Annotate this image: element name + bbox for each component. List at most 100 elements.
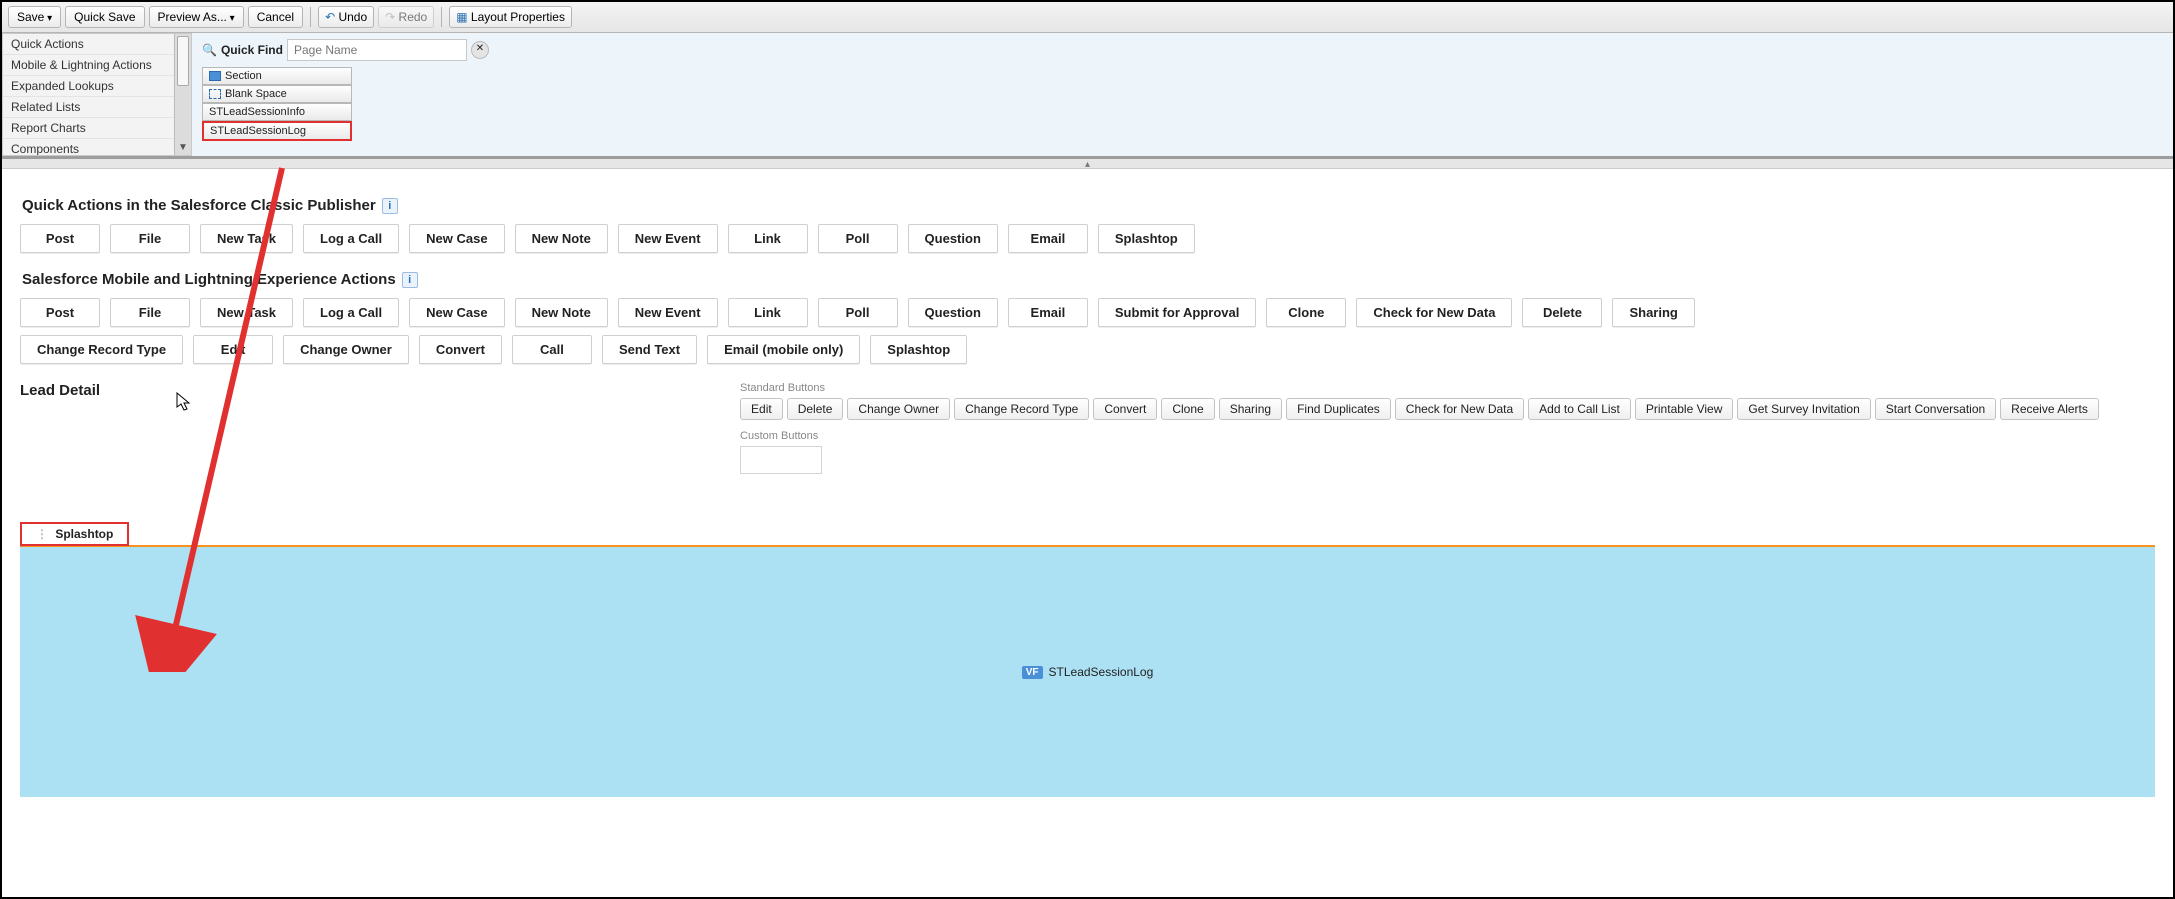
action-chip[interactable]: Sharing: [1219, 398, 1282, 420]
action-chip[interactable]: Email (mobile only): [707, 335, 860, 364]
action-chip[interactable]: Edit: [740, 398, 783, 420]
quick-find-input[interactable]: [287, 39, 467, 61]
action-chip[interactable]: Start Conversation: [1875, 398, 1996, 420]
action-chip[interactable]: Log a Call: [303, 224, 399, 253]
sidebar-scrollbar[interactable]: ▲ ▼: [174, 34, 191, 155]
action-chip[interactable]: Change Record Type: [954, 398, 1089, 420]
sidebar-item[interactable]: Components: [3, 139, 174, 155]
sidebar-item[interactable]: Report Charts: [3, 118, 174, 139]
action-chip[interactable]: Check for New Data: [1356, 298, 1512, 327]
palette-item[interactable]: STLeadSessionLog: [202, 121, 352, 141]
action-chip[interactable]: Poll: [818, 298, 898, 327]
action-chip[interactable]: Get Survey Invitation: [1737, 398, 1870, 420]
sidebar-item[interactable]: Expanded Lookups: [3, 76, 174, 97]
action-chip[interactable]: Question: [908, 224, 998, 253]
classic-actions-row: Post File New Task Log a Call New Case New No…: [20, 224, 2155, 253]
vf-drop-area[interactable]: VF STLeadSessionLog: [20, 547, 2155, 797]
action-chip[interactable]: Delete: [787, 398, 844, 420]
lead-detail-header: Lead Detail: [20, 382, 100, 399]
info-icon[interactable]: i: [402, 272, 418, 288]
action-chip[interactable]: File: [110, 224, 190, 253]
action-chip[interactable]: Change Owner: [847, 398, 950, 420]
top-toolbar: Save Quick Save Preview As... Cancel ↶ U…: [2, 2, 2173, 33]
action-chip[interactable]: Splashtop: [1098, 224, 1195, 253]
action-chip[interactable]: Call: [512, 335, 592, 364]
splashtop-section-tab[interactable]: ⋮ Splashtop: [20, 522, 129, 546]
palette-main: 🔍 Quick Find ✕ Section Blank Space STLeadS…: [192, 33, 2173, 156]
action-chip[interactable]: New Task: [200, 224, 293, 253]
palette-item[interactable]: Section: [202, 67, 352, 85]
action-chip[interactable]: Receive Alerts: [2000, 398, 2099, 420]
action-chip[interactable]: Question: [908, 298, 998, 327]
quick-find-row: 🔍 Quick Find ✕: [202, 39, 2163, 61]
action-chip[interactable]: Link: [728, 224, 808, 253]
lex-actions-header: Salesforce Mobile and Lightning Experien…: [22, 271, 2155, 288]
palette-item-label: STLeadSessionInfo: [209, 106, 305, 118]
preview-as-button[interactable]: Preview As...: [149, 6, 244, 28]
custom-buttons-box[interactable]: [740, 446, 822, 474]
layout-canvas: Quick Actions in the Salesforce Classic …: [2, 169, 2173, 815]
palette-collapse-handle[interactable]: ▴: [2, 159, 2173, 169]
clear-search-button[interactable]: ✕: [471, 41, 489, 59]
scroll-down-arrow[interactable]: ▼: [175, 142, 191, 153]
action-chip[interactable]: Find Duplicates: [1286, 398, 1391, 420]
action-chip[interactable]: Post: [20, 298, 100, 327]
save-button[interactable]: Save: [8, 6, 61, 28]
palette-item-label: Blank Space: [225, 88, 287, 100]
palette-item-icon: [209, 71, 221, 81]
quick-find-label: Quick Find: [221, 43, 283, 57]
sidebar-item[interactable]: Mobile & Lightning Actions: [3, 55, 174, 76]
action-chip[interactable]: Check for New Data: [1395, 398, 1524, 420]
lex-actions-row-1: Post File New Task Log a Call New Case New No…: [20, 298, 2155, 327]
action-chip[interactable]: New Case: [409, 298, 504, 327]
action-chip[interactable]: Convert: [419, 335, 502, 364]
action-chip[interactable]: Change Record Type: [20, 335, 183, 364]
action-chip[interactable]: New Task: [200, 298, 293, 327]
lead-detail-row: Lead Detail Standard Buttons EditDeleteC…: [20, 382, 2155, 474]
action-chip[interactable]: Clone: [1266, 298, 1346, 327]
palette-item-icon: [209, 89, 221, 99]
cancel-button[interactable]: Cancel: [248, 6, 303, 28]
action-chip[interactable]: Clone: [1161, 398, 1214, 420]
action-chip[interactable]: Send Text: [602, 335, 697, 364]
action-chip[interactable]: Poll: [818, 224, 898, 253]
action-chip[interactable]: Sharing: [1612, 298, 1694, 327]
action-chip[interactable]: Email: [1008, 224, 1088, 253]
action-chip[interactable]: New Note: [515, 298, 608, 327]
classic-actions-header: Quick Actions in the Salesforce Classic …: [22, 197, 2155, 214]
action-chip[interactable]: New Note: [515, 224, 608, 253]
sidebar-item[interactable]: Related Lists: [3, 97, 174, 118]
action-chip[interactable]: Email: [1008, 298, 1088, 327]
action-chip[interactable]: Link: [728, 298, 808, 327]
palette-item[interactable]: Blank Space: [202, 85, 352, 103]
action-chip[interactable]: New Event: [618, 224, 718, 253]
action-chip[interactable]: Post: [20, 224, 100, 253]
action-chip[interactable]: Log a Call: [303, 298, 399, 327]
action-chip[interactable]: New Case: [409, 224, 504, 253]
info-icon[interactable]: i: [382, 198, 398, 214]
quick-save-button[interactable]: Quick Save: [65, 6, 144, 28]
sidebar-item[interactable]: Quick Actions: [3, 34, 174, 55]
action-chip[interactable]: Change Owner: [283, 335, 409, 364]
toolbar-divider: [310, 7, 311, 27]
undo-button[interactable]: ↶ Undo: [318, 6, 374, 28]
action-chip[interactable]: Edit: [193, 335, 273, 364]
layout-properties-button[interactable]: ▦ Layout Properties: [449, 6, 572, 28]
scroll-thumb[interactable]: [177, 36, 189, 86]
action-chip[interactable]: File: [110, 298, 190, 327]
palette-item[interactable]: STLeadSessionInfo: [202, 103, 352, 121]
action-chip[interactable]: New Event: [618, 298, 718, 327]
action-chip[interactable]: Convert: [1093, 398, 1157, 420]
action-chip[interactable]: Splashtop: [870, 335, 967, 364]
search-icon: 🔍: [202, 43, 217, 57]
custom-buttons-label: Custom Buttons: [740, 430, 2099, 442]
std-buttons-line: EditDeleteChange OwnerChange Record Type…: [740, 398, 2099, 420]
action-chip[interactable]: Add to Call List: [1528, 398, 1631, 420]
action-chip[interactable]: Printable View: [1635, 398, 1734, 420]
std-buttons-label: Standard Buttons: [740, 382, 2099, 394]
vf-page-name: STLeadSessionLog: [1049, 665, 1154, 679]
redo-button[interactable]: ↷ Redo: [378, 6, 434, 28]
action-chip[interactable]: Delete: [1522, 298, 1602, 327]
palette-sidebar: Quick ActionsMobile & Lightning ActionsE…: [2, 33, 192, 156]
action-chip[interactable]: Submit for Approval: [1098, 298, 1256, 327]
